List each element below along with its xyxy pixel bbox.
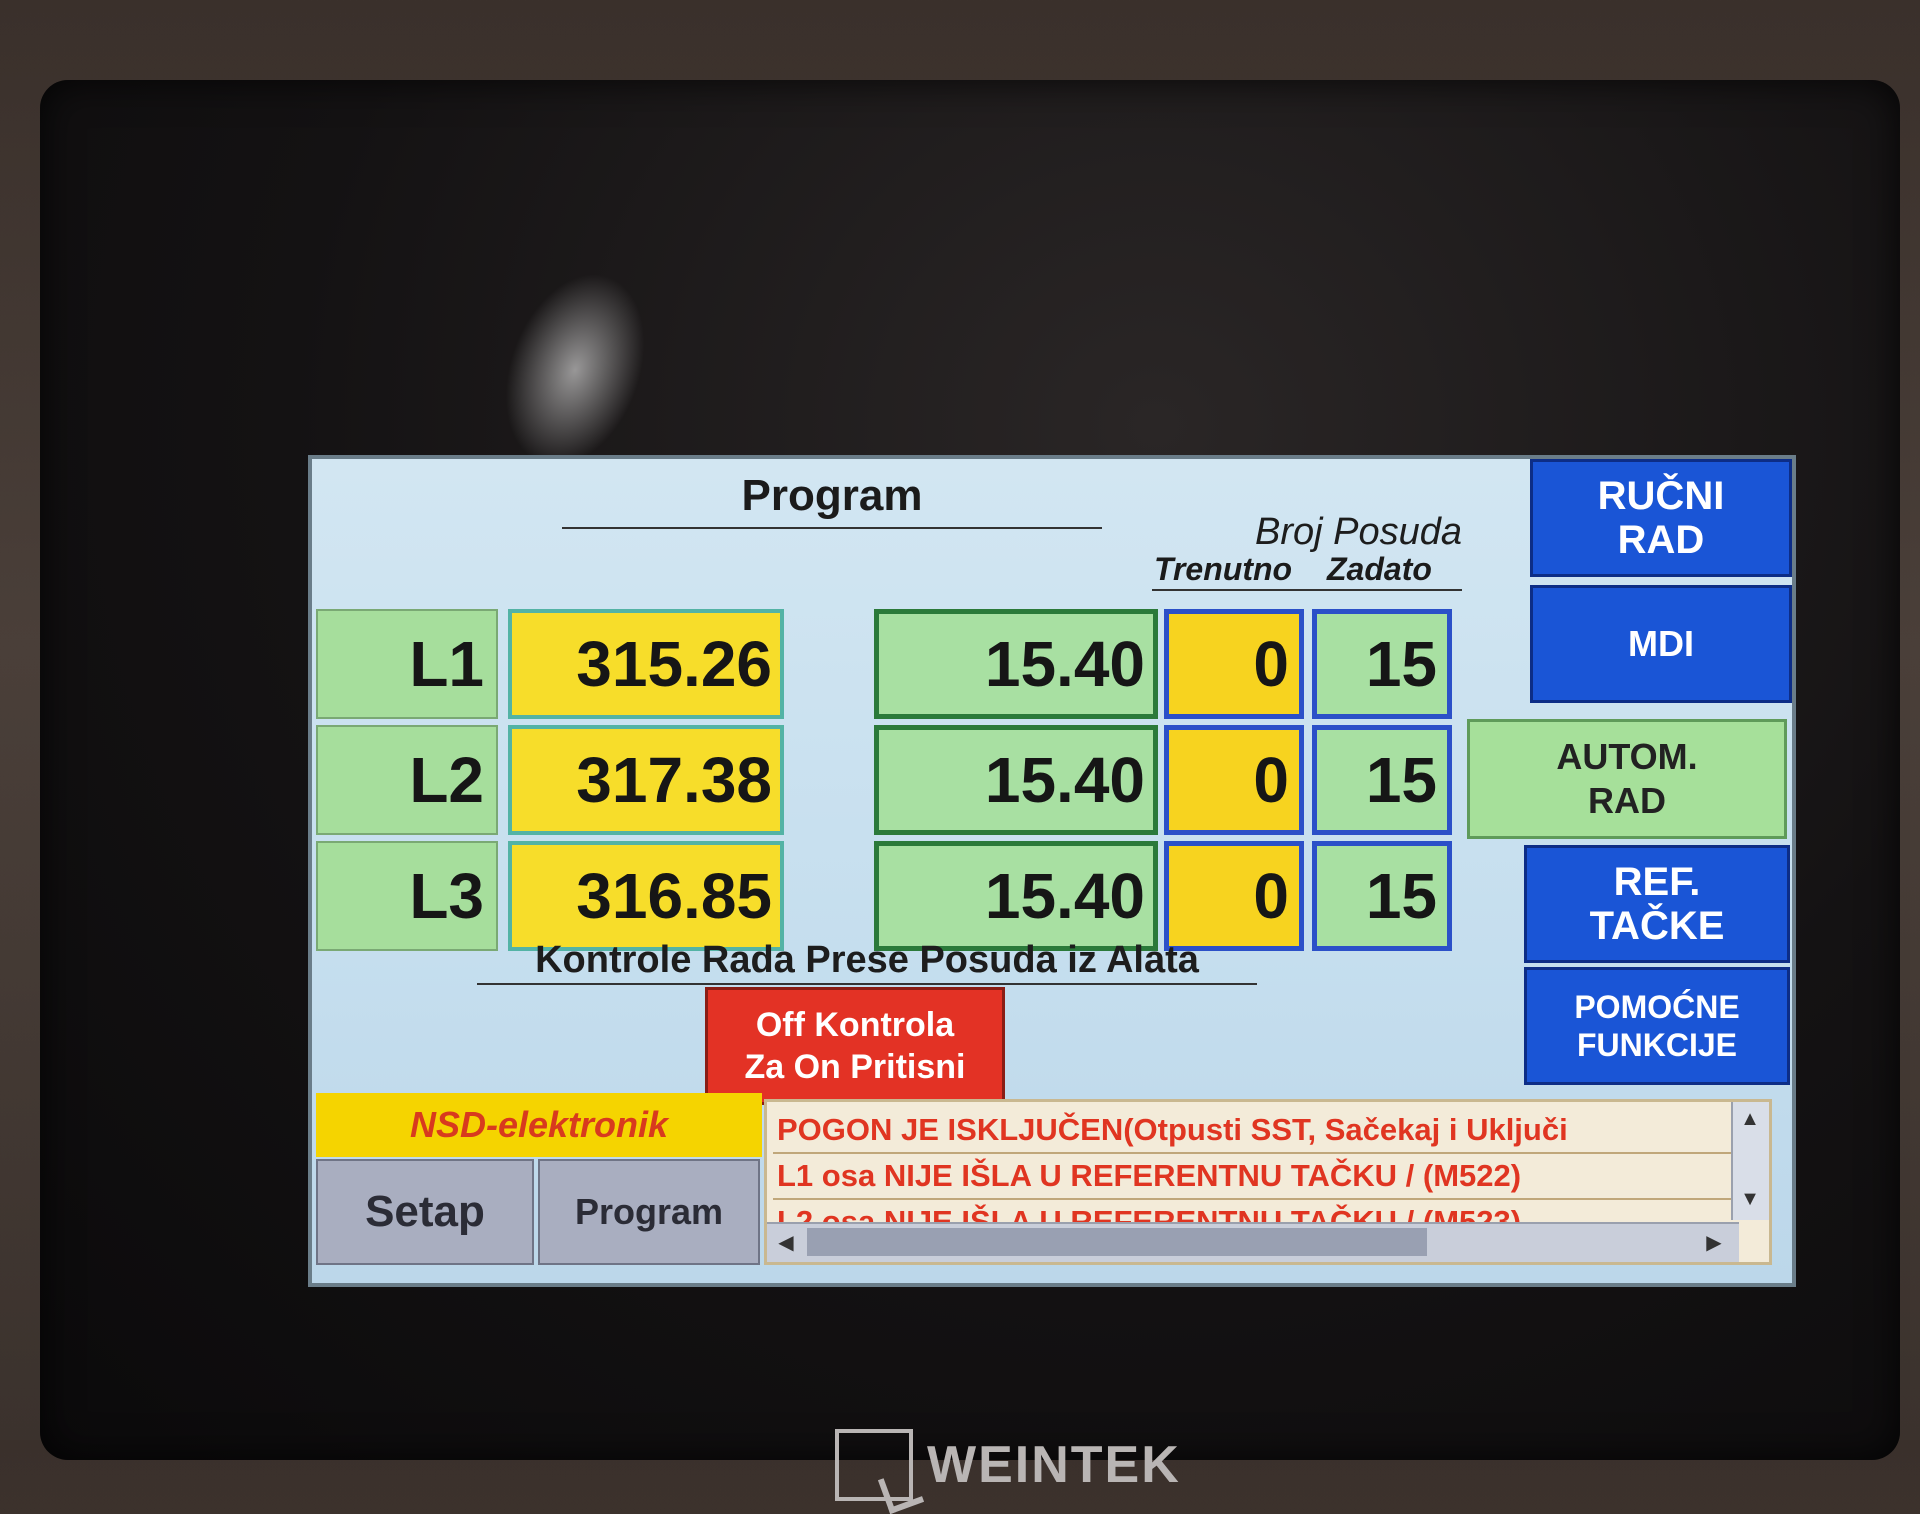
row-label-l1: L1 [316, 609, 498, 719]
autom-rad-button[interactable]: AUTOM. RAD [1467, 719, 1787, 839]
autom-rad-line2: RAD [1588, 780, 1666, 821]
scrollbar-thumb[interactable] [807, 1228, 1427, 1256]
tab-setap[interactable]: Setap [316, 1159, 534, 1265]
tab-program[interactable]: Program [538, 1159, 760, 1265]
scroll-down-arrow-icon[interactable]: ▼ [1739, 1188, 1761, 1210]
row-label-l3: L3 [316, 841, 498, 951]
alarm-message: POGON JE ISKLJUČEN(Otpusti SST, Sačekaj … [777, 1112, 1568, 1147]
zadato-field-l2[interactable]: 15 [1312, 725, 1452, 835]
off-kontrola-line2: Za On Pritisni [744, 1048, 966, 1086]
scroll-left-arrow-icon[interactable]: ◀ [775, 1230, 797, 1256]
scroll-right-arrow-icon[interactable]: ▶ [1703, 1230, 1725, 1256]
device-bezel: Program Broj Posuda Trenutno Zadato L1 3… [40, 80, 1900, 1501]
column-trenutno-header: Trenutno [1154, 551, 1293, 587]
ref-tacke-line2: TAČKE [1589, 904, 1725, 948]
off-kontrola-button[interactable]: Off Kontrola Za On Pritisni [705, 987, 1005, 1105]
ref-tacke-line1: REF. [1613, 860, 1701, 904]
value-field-l3[interactable]: 316.85 [508, 841, 784, 951]
autom-rad-line1: AUTOM. [1556, 736, 1698, 777]
rucni-rad-button[interactable]: RUČNI RAD [1530, 459, 1792, 577]
value-field-l2[interactable]: 317.38 [508, 725, 784, 835]
trenutno-field-l2[interactable]: 0 [1164, 725, 1304, 835]
alarm-vertical-scrollbar[interactable]: ▲ ▼ [1731, 1102, 1769, 1220]
scroll-up-arrow-icon[interactable]: ▲ [1739, 1108, 1761, 1130]
alarm-list[interactable]: POGON JE ISKLJUČEN(Otpusti SST, Sačekaj … [764, 1099, 1772, 1265]
position-field-l2[interactable]: 15.40 [874, 725, 1158, 835]
kontrole-label: Kontrole Rada Prese Posuda iz Alata [477, 937, 1257, 985]
pomocne-funkcije-line1: POMOĆNE [1574, 989, 1740, 1025]
ref-tacke-button[interactable]: REF. TAČKE [1524, 845, 1790, 963]
rucni-rad-line2: RAD [1617, 518, 1705, 562]
position-field-l3[interactable]: 15.40 [874, 841, 1158, 951]
trenutno-field-l3[interactable]: 0 [1164, 841, 1304, 951]
weintek-brand-text: WEINTEK [927, 1436, 1181, 1494]
zadato-field-l1[interactable]: 15 [1312, 609, 1452, 719]
pomocne-funkcije-button[interactable]: POMOĆNE FUNKCIJE [1524, 967, 1790, 1085]
column-zadato-header: Zadato [1327, 551, 1432, 587]
zadato-field-l3[interactable]: 15 [1312, 841, 1452, 951]
alarm-message: L1 osa NIJE IŠLA U REFERENTNU TAČKU / (M… [777, 1158, 1522, 1193]
pomocne-funkcije-line2: FUNKCIJE [1576, 1027, 1737, 1063]
value-field-l1[interactable]: 315.26 [508, 609, 784, 719]
trenutno-field-l1[interactable]: 0 [1164, 609, 1304, 719]
header-divider [1152, 589, 1462, 591]
position-field-l1[interactable]: 15.40 [874, 609, 1158, 719]
mdi-button[interactable]: MDI [1530, 585, 1792, 703]
page-title: Program [562, 467, 1102, 529]
hmi-screen: Program Broj Posuda Trenutno Zadato L1 3… [308, 455, 1796, 1287]
broj-posuda-header: Broj Posuda [1254, 511, 1462, 553]
rucni-rad-line1: RUČNI [1597, 474, 1725, 518]
reflection-glare [479, 253, 671, 487]
row-label-l2: L2 [316, 725, 498, 835]
off-kontrola-line1: Off Kontrola [755, 1006, 955, 1044]
weintek-logo: WEINTEK [835, 1420, 1295, 1510]
nsd-brand-label: NSD-elektronik [316, 1093, 762, 1157]
alarm-horizontal-scrollbar[interactable]: ◀ ▶ [767, 1222, 1739, 1262]
